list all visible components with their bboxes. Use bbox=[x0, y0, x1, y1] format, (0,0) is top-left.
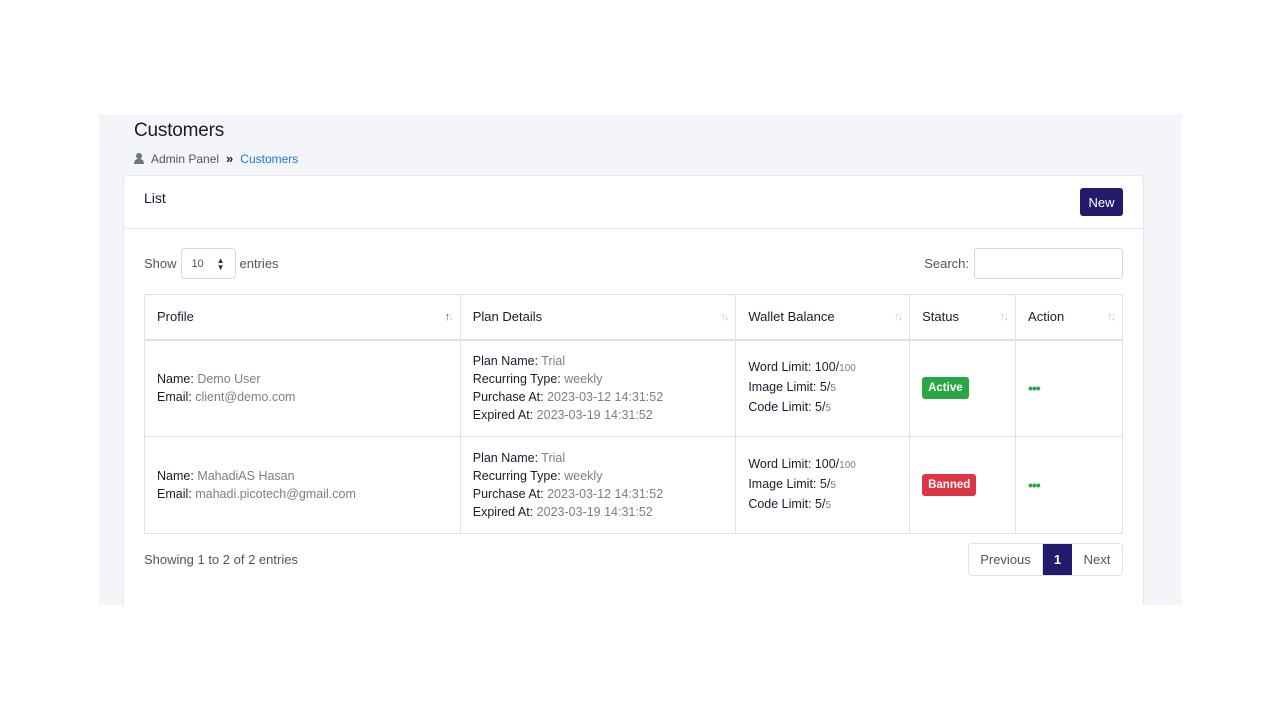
select-arrows-icon: ▲ ▼ bbox=[216, 255, 225, 272]
search-input[interactable] bbox=[974, 248, 1123, 279]
new-customer-button[interactable]: New bbox=[1080, 188, 1123, 216]
table-info: Showing 1 to 2 of 2 entries bbox=[144, 552, 298, 567]
page-size-select[interactable]: 10 ▲ ▼ bbox=[180, 248, 236, 279]
more-actions-icon[interactable]: ••• bbox=[1028, 477, 1041, 493]
search-label: Search: bbox=[924, 256, 969, 271]
status-cell: Banned bbox=[909, 436, 1017, 534]
status-badge: Banned bbox=[922, 474, 977, 496]
next-page-button[interactable]: Next bbox=[1072, 544, 1122, 575]
card-header: List New bbox=[124, 176, 1143, 229]
plan-details-cell: Plan Name: Trial Recurring Type: weekly … bbox=[459, 436, 737, 534]
breadcrumb-separator-icon: » bbox=[226, 151, 234, 166]
table-controls: Show 10 ▲ ▼ entries Search: bbox=[144, 248, 1123, 280]
card-title: List bbox=[144, 190, 166, 206]
column-header-plan-details[interactable]: Plan Details ↑↓ bbox=[459, 294, 737, 341]
column-header-status[interactable]: Status ↑↓ bbox=[909, 294, 1017, 341]
profile-cell: Name: MahadiAS Hasan Email: mahadi.picot… bbox=[144, 436, 461, 534]
sort-icon: ↑↓ bbox=[894, 311, 903, 323]
more-actions-icon[interactable]: ••• bbox=[1028, 380, 1041, 396]
breadcrumb: Admin Panel » Customers bbox=[134, 151, 298, 166]
entries-label: entries bbox=[239, 256, 279, 271]
page-size-value: 10 bbox=[191, 257, 204, 270]
plan-details-cell: Plan Name: Trial Recurring Type: weekly … bbox=[459, 339, 737, 437]
page-size-control: Show 10 ▲ ▼ entries bbox=[144, 248, 279, 279]
table-row: Name: Demo User Email: client@demo.com P… bbox=[144, 339, 1123, 437]
status-cell: Active bbox=[909, 339, 1017, 437]
previous-page-button[interactable]: Previous bbox=[969, 544, 1043, 575]
page-1-button[interactable]: 1 bbox=[1043, 544, 1072, 575]
breadcrumb-current[interactable]: Customers bbox=[240, 152, 298, 166]
sort-icon: ↑↓ bbox=[1000, 311, 1009, 323]
status-badge: Active bbox=[922, 377, 969, 400]
user-icon bbox=[134, 153, 144, 164]
breadcrumb-root[interactable]: Admin Panel bbox=[151, 152, 219, 166]
column-header-action[interactable]: Action ↑↓ bbox=[1015, 294, 1123, 341]
sort-icon: ↑↓ bbox=[720, 311, 729, 323]
table-row: Name: MahadiAS Hasan Email: mahadi.picot… bbox=[144, 436, 1123, 534]
profile-cell: Name: Demo User Email: client@demo.com bbox=[144, 339, 461, 437]
customer-name: Demo User bbox=[197, 372, 261, 387]
search-control: Search: bbox=[924, 248, 1123, 279]
content-frame: Customers Admin Panel » Customers List N… bbox=[99, 114, 1182, 605]
customer-email: mahadi.picotech@gmail.com bbox=[195, 487, 356, 501]
customer-name: MahadiAS Hasan bbox=[197, 469, 295, 483]
wallet-balance-cell: Word Limit: 100/100 Image Limit: 5/5 Cod… bbox=[735, 339, 911, 437]
column-header-profile[interactable]: Profile ↑↓ bbox=[144, 294, 461, 341]
table-header-row: Profile ↑↓ Plan Details ↑↓ Wallet Balance ↑… bbox=[144, 294, 1123, 341]
sort-asc-icon: ↑↓ bbox=[444, 311, 454, 323]
action-cell: ••• bbox=[1015, 436, 1123, 534]
pagination: Previous 1 Next bbox=[968, 543, 1123, 576]
column-header-wallet-balance[interactable]: Wallet Balance ↑↓ bbox=[735, 294, 911, 341]
customers-card: List New Show 10 ▲ ▼ entries Search: Pro… bbox=[123, 175, 1144, 605]
wallet-balance-cell: Word Limit: 100/100 Image Limit: 5/5 Cod… bbox=[735, 436, 911, 534]
customers-table: Profile ↑↓ Plan Details ↑↓ Wallet Balance ↑… bbox=[144, 294, 1123, 534]
page-title: Customers bbox=[134, 120, 225, 141]
sort-icon: ↑↓ bbox=[1107, 311, 1116, 323]
action-cell: ••• bbox=[1015, 339, 1123, 437]
show-label: Show bbox=[144, 256, 177, 271]
customer-email: client@demo.com bbox=[195, 390, 296, 405]
